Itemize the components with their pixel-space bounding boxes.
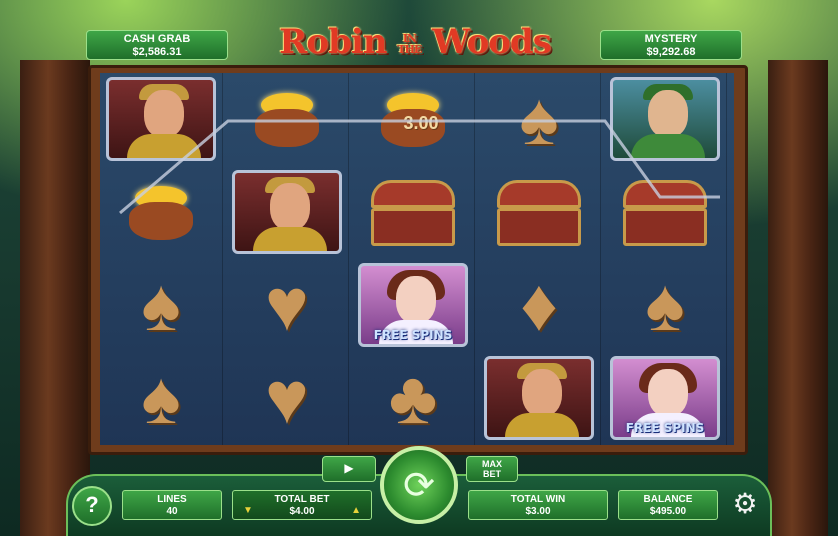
- free-spins-maiden-portrait: FREE SPINS: [358, 263, 468, 347]
- chest-lid: [371, 180, 455, 208]
- symbol-spade: ♠: [482, 76, 596, 162]
- spin-button[interactable]: ⟳: [380, 446, 458, 524]
- lines-label: LINES: [157, 494, 187, 505]
- logo-word-right: Woods: [432, 22, 552, 62]
- balance-panel: BALANCE $495.00: [618, 490, 718, 520]
- gear-icon[interactable]: ⚙: [727, 486, 763, 522]
- body: [127, 134, 201, 158]
- symbol-gold-bag: 3.00: [356, 76, 470, 162]
- free-spins-label: FREE SPINS: [373, 328, 453, 342]
- symbol-robin: [608, 76, 722, 162]
- lines-panel: LINES 40: [122, 490, 222, 520]
- spade-icon: ♠: [519, 77, 559, 160]
- diamond-icon: ♦: [520, 263, 558, 346]
- guard-portrait: [484, 356, 594, 440]
- lines-value: 40: [166, 506, 178, 517]
- symbol-club: ♣: [356, 355, 470, 441]
- body: [505, 413, 579, 437]
- symbol-guard: [230, 169, 344, 255]
- logo-small-words: IN THE: [397, 33, 422, 56]
- treasure-chest-icon: [619, 176, 711, 248]
- max-bet-button[interactable]: MAX BET: [466, 456, 518, 482]
- gold-bag-icon: [121, 184, 201, 240]
- tree-trunk-right: [768, 60, 828, 536]
- help-button[interactable]: ?: [72, 486, 112, 526]
- symbol-chest: [608, 169, 722, 255]
- total-win-label: TOTAL WIN: [510, 494, 566, 505]
- symbol-chest: [482, 169, 596, 255]
- total-win-value: $3.00: [525, 506, 551, 517]
- symbol-gold-bag: [104, 169, 218, 255]
- symbol-spade: ♠: [104, 355, 218, 441]
- spade-icon: ♠: [141, 356, 181, 439]
- symbol-chest: [356, 169, 470, 255]
- tree-trunk-left: [20, 60, 90, 536]
- face: [522, 369, 562, 417]
- heart-icon: ♥: [265, 356, 309, 439]
- face: [648, 90, 688, 138]
- spade-icon: ♠: [645, 263, 685, 346]
- guard-portrait: [232, 170, 342, 254]
- mystery-jackpot: MYSTERY $9,292.68: [600, 30, 742, 60]
- gold-bag-icon: 3.00: [373, 91, 453, 147]
- max-bet-label-bottom: BET: [483, 469, 501, 479]
- symbol-free-spins-maiden: FREE SPINS: [608, 355, 722, 441]
- cash-grab-label: CASH GRAB: [123, 33, 191, 45]
- body: [631, 134, 705, 158]
- max-bet-label-top: MAX: [482, 459, 502, 469]
- chest-lid: [623, 180, 707, 208]
- guard-portrait: [106, 77, 216, 161]
- symbol-heart: ♥: [230, 262, 344, 348]
- mystery-label: MYSTERY: [644, 33, 698, 45]
- logo-small-bottom: THE: [397, 43, 422, 56]
- symbol-guard: [104, 76, 218, 162]
- symbol-spade: ♠: [104, 262, 218, 348]
- chest-box: [623, 208, 707, 246]
- gold-bag-icon: [247, 91, 327, 147]
- treasure-chest-icon: [493, 176, 585, 248]
- spin-arrows-icon: ⟳: [403, 464, 435, 507]
- game-logo: Robin IN THE Woods: [250, 22, 580, 66]
- autoplay-button[interactable]: ▶: [322, 456, 376, 482]
- face: [144, 90, 184, 138]
- face: [648, 369, 688, 417]
- mystery-value: $9,292.68: [646, 46, 696, 58]
- free-spins-label: FREE SPINS: [625, 421, 705, 435]
- symbol-spade: ♠: [608, 262, 722, 348]
- club-icon: ♣: [388, 356, 438, 439]
- free-spins-maiden-portrait: FREE SPINS: [610, 356, 720, 440]
- spade-icon: ♠: [141, 263, 181, 346]
- bet-increase-icon[interactable]: ▲: [351, 505, 361, 517]
- symbol-heart: ♥: [230, 355, 344, 441]
- balance-value: $495.00: [649, 506, 687, 517]
- treasure-chest-icon: [367, 176, 459, 248]
- chest-box: [497, 208, 581, 246]
- money-bag: [129, 202, 193, 240]
- symbol-guard: [482, 355, 596, 441]
- face: [270, 183, 310, 231]
- robin-portrait: [610, 77, 720, 161]
- chest-lid: [497, 180, 581, 208]
- heart-icon: ♥: [265, 263, 309, 346]
- body: [253, 227, 327, 251]
- symbol-gold-bag: [230, 76, 344, 162]
- total-bet-panel: TOTAL BET $4.00 ▼ ▲: [232, 490, 372, 520]
- money-bag: [255, 109, 319, 147]
- bet-decrease-icon[interactable]: ▼: [243, 505, 253, 517]
- balance-label: BALANCE: [643, 494, 693, 505]
- symbol-diamond: ♦: [482, 262, 596, 348]
- symbol-free-spins-maiden: FREE SPINS: [356, 262, 470, 348]
- chest-box: [371, 208, 455, 246]
- cash-grab-value: $2,586.31: [132, 46, 182, 58]
- logo-word-left: Robin: [279, 22, 387, 62]
- total-win-panel: TOTAL WIN $3.00: [468, 490, 608, 520]
- win-amount: 3.00: [403, 113, 439, 133]
- face: [396, 276, 436, 324]
- cash-grab-jackpot: CASH GRAB $2,586.31: [86, 30, 228, 60]
